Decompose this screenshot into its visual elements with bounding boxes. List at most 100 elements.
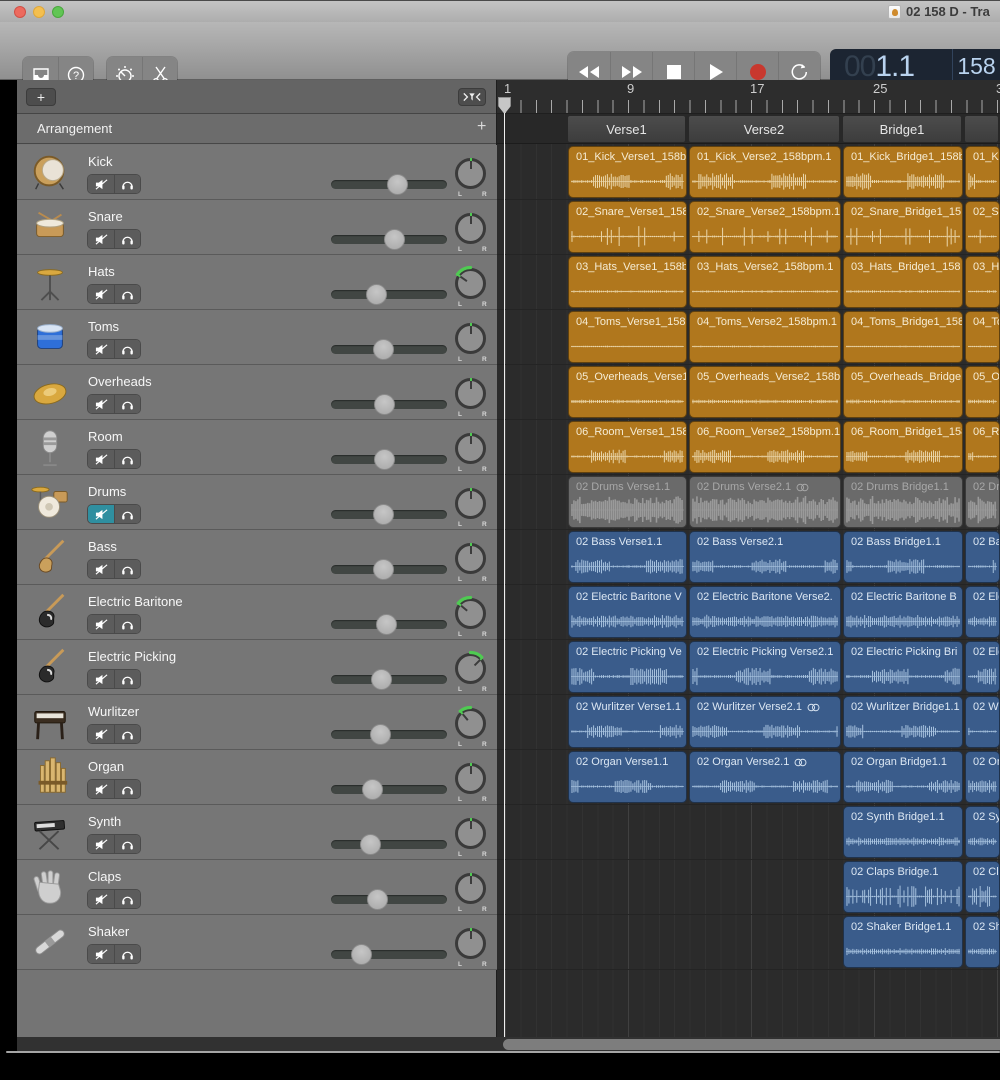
track-header-row[interactable]: SynthLR [17, 805, 497, 860]
audio-region[interactable]: 02 Electric Picking Bri [843, 641, 963, 693]
zoom-window-button[interactable] [52, 6, 64, 18]
volume-slider-thumb[interactable] [367, 889, 388, 910]
audio-region[interactable]: 02 Drums Verse1.1 [568, 476, 687, 528]
track-header-row[interactable]: DrumsLR [17, 475, 497, 530]
audio-region[interactable]: 02 Dru [965, 476, 1000, 528]
audio-region[interactable]: 02 Claps Bridge.1 [843, 861, 963, 913]
solo-button[interactable] [114, 670, 140, 688]
arrangement-add-button[interactable]: + [477, 118, 486, 136]
track-header-row[interactable]: SnareLR [17, 200, 497, 255]
volume-slider[interactable] [331, 180, 447, 189]
solo-button[interactable] [114, 835, 140, 853]
track-header-row[interactable]: RoomLR [17, 420, 497, 475]
solo-button[interactable] [114, 945, 140, 963]
audio-region[interactable]: 02 Bass Verse1.1 [568, 531, 687, 583]
audio-region[interactable]: 02 Drums Verse2.1 [689, 476, 841, 528]
audio-region[interactable]: 03_Hats_Bridge1_158 [843, 256, 963, 308]
audio-region[interactable]: 02 Electric Baritone V [568, 586, 687, 638]
solo-button[interactable] [114, 230, 140, 248]
pan-knob[interactable] [455, 818, 486, 849]
track-filter-button[interactable] [458, 88, 486, 106]
volume-slider[interactable] [331, 840, 447, 849]
solo-button[interactable] [114, 780, 140, 798]
pan-knob[interactable] [455, 928, 486, 959]
track-header-row[interactable]: Electric PickingLR [17, 640, 497, 695]
mute-button[interactable] [88, 835, 114, 853]
mute-button[interactable] [88, 780, 114, 798]
audio-region[interactable]: 02 Organ Verse1.1 [568, 751, 687, 803]
audio-region[interactable]: 02 Bass Verse2.1 [689, 531, 841, 583]
audio-region[interactable]: 02 Sh [965, 916, 1000, 968]
track-header-row[interactable]: BassLR [17, 530, 497, 585]
solo-button[interactable] [114, 395, 140, 413]
arrangement-marker[interactable]: Bridge1 [843, 116, 961, 142]
volume-slider-thumb[interactable] [384, 229, 405, 250]
pan-knob[interactable] [455, 543, 486, 574]
audio-region[interactable]: 01_Kick_Verse2_158bpm.1 [689, 146, 841, 198]
mute-button[interactable] [88, 945, 114, 963]
audio-region[interactable]: 02 Drums Bridge1.1 [843, 476, 963, 528]
mute-button[interactable] [88, 670, 114, 688]
pan-knob[interactable] [455, 598, 486, 629]
volume-slider[interactable] [331, 290, 447, 299]
volume-slider-thumb[interactable] [373, 504, 394, 525]
audio-region[interactable]: 03_Hats_Verse2_158bpm.1 [689, 256, 841, 308]
audio-region[interactable]: 06_Room_Verse1_158 [568, 421, 687, 473]
audio-region[interactable]: 02 Bass Bridge1.1 [843, 531, 963, 583]
audio-region[interactable]: 02 Ele [965, 586, 1000, 638]
audio-region[interactable]: 05_Overheads_Verse2_158b [689, 366, 841, 418]
audio-region[interactable]: 02 Wu [965, 696, 1000, 748]
solo-button[interactable] [114, 560, 140, 578]
solo-button[interactable] [114, 450, 140, 468]
audio-region[interactable]: 02 Cla [965, 861, 1000, 913]
audio-region[interactable]: 02 Or [965, 751, 1000, 803]
horizontal-scrollbar-thumb[interactable] [503, 1039, 1000, 1050]
volume-slider[interactable] [331, 785, 447, 794]
audio-region[interactable]: 02 Electric Baritone B [843, 586, 963, 638]
audio-region[interactable]: 02 Wurlitzer Verse1.1 [568, 696, 687, 748]
audio-region[interactable]: 02 Electric Picking Ve [568, 641, 687, 693]
track-header-row[interactable]: KickLR [17, 145, 497, 200]
audio-region[interactable]: 04_Toms_Bridge1_158 [843, 311, 963, 363]
volume-slider-thumb[interactable] [360, 834, 381, 855]
audio-region[interactable]: 04_To [965, 311, 1000, 363]
volume-slider[interactable] [331, 675, 447, 684]
volume-slider-thumb[interactable] [366, 284, 387, 305]
audio-region[interactable]: 02 Organ Bridge1.1 [843, 751, 963, 803]
solo-button[interactable] [114, 725, 140, 743]
mute-button[interactable] [88, 285, 114, 303]
volume-slider[interactable] [331, 455, 447, 464]
audio-region[interactable]: 06_Room_Verse2_158bpm.1 [689, 421, 841, 473]
track-header-row[interactable]: HatsLR [17, 255, 497, 310]
solo-button[interactable] [114, 175, 140, 193]
close-window-button[interactable] [14, 6, 26, 18]
volume-slider[interactable] [331, 345, 447, 354]
volume-slider-thumb[interactable] [374, 394, 395, 415]
track-header-row[interactable]: OverheadsLR [17, 365, 497, 420]
mute-button[interactable] [88, 560, 114, 578]
audio-region[interactable]: 05_Overheads_Bridge [843, 366, 963, 418]
audio-region[interactable]: 03_Hats_Verse1_158b [568, 256, 687, 308]
arrangement-marker[interactable]: Verse1 [568, 116, 685, 142]
volume-slider-thumb[interactable] [373, 339, 394, 360]
minimize-window-button[interactable] [33, 6, 45, 18]
audio-region[interactable]: 05_Overheads_Verse1 [568, 366, 687, 418]
audio-region[interactable]: 02 Organ Verse2.1 [689, 751, 841, 803]
audio-region[interactable]: 02 Ba [965, 531, 1000, 583]
solo-button[interactable] [114, 615, 140, 633]
volume-slider[interactable] [331, 235, 447, 244]
volume-slider-thumb[interactable] [371, 669, 392, 690]
pan-knob[interactable] [455, 708, 486, 739]
arrangement-track-header[interactable]: Arrangement + [17, 114, 496, 144]
track-header-row[interactable]: WurlitzerLR [17, 695, 497, 750]
volume-slider[interactable] [331, 565, 447, 574]
volume-slider-thumb[interactable] [351, 944, 372, 965]
audio-region[interactable]: 02_Sn [965, 201, 1000, 253]
pan-knob[interactable] [455, 763, 486, 794]
track-header-row[interactable]: TomsLR [17, 310, 497, 365]
volume-slider-thumb[interactable] [374, 449, 395, 470]
track-header-row[interactable]: Electric BaritoneLR [17, 585, 497, 640]
pan-knob[interactable] [455, 378, 486, 409]
mute-button[interactable] [88, 230, 114, 248]
solo-button[interactable] [114, 890, 140, 908]
